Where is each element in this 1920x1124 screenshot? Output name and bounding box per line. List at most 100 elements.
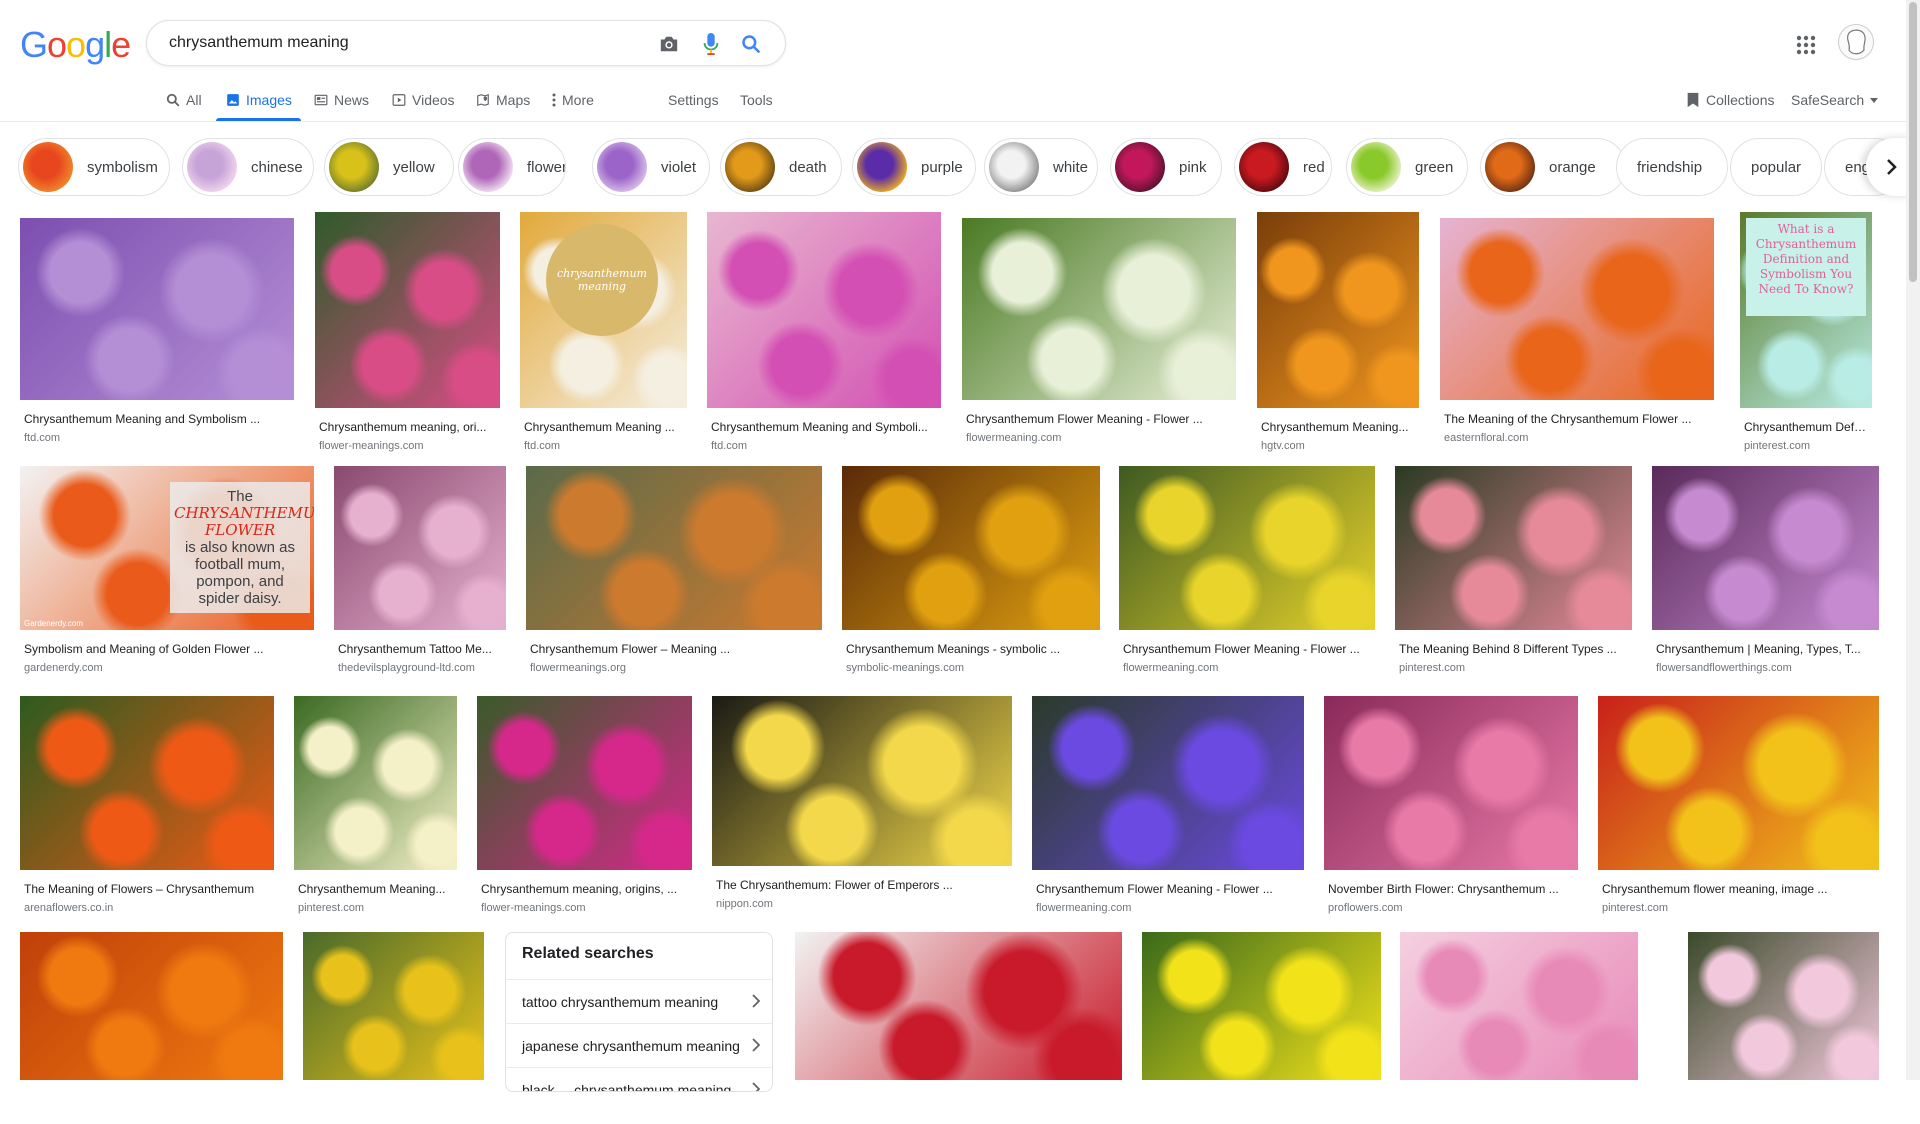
image-result[interactable] <box>1688 932 1879 1124</box>
result-thumbnail[interactable] <box>20 218 294 400</box>
result-thumbnail[interactable] <box>712 696 1012 866</box>
result-title[interactable]: Symbolism and Meaning of Golden Flower .… <box>24 642 310 656</box>
image-result[interactable] <box>795 932 1122 1124</box>
image-result[interactable]: TheCHRYSANTHEMUMFLOWERis also known asfo… <box>20 466 314 674</box>
result-thumbnail[interactable] <box>962 218 1236 400</box>
result-thumbnail[interactable] <box>1440 218 1714 400</box>
result-thumbnail[interactable] <box>334 466 506 630</box>
chip-orange[interactable]: orange <box>1480 138 1626 196</box>
tab-settings[interactable]: Settings <box>668 92 719 108</box>
result-title[interactable]: Chrysanthemum flower meaning, image ... <box>1602 882 1875 896</box>
result-thumbnail[interactable] <box>1400 932 1638 1080</box>
chip-pink[interactable]: pink <box>1110 138 1222 196</box>
tab-images[interactable]: Images <box>226 92 292 108</box>
mic-icon[interactable] <box>699 32 723 56</box>
chip-flower[interactable]: flower <box>458 138 566 196</box>
result-thumbnail[interactable] <box>20 696 274 870</box>
tab-maps[interactable]: Maps <box>476 92 530 108</box>
image-result[interactable]: Chrysanthemum Flower Meaning - Flower ..… <box>1119 466 1375 674</box>
result-thumbnail[interactable] <box>294 696 457 870</box>
related-search-item[interactable]: tattoo chrysanthemum meaning <box>506 979 772 1023</box>
chip-purple[interactable]: purple <box>852 138 976 196</box>
account-avatar[interactable] <box>1838 24 1874 60</box>
google-logo[interactable]: Google <box>20 24 131 66</box>
result-thumbnail[interactable] <box>526 466 822 630</box>
result-thumbnail[interactable] <box>1032 696 1304 870</box>
chip-white[interactable]: white <box>984 138 1098 196</box>
image-result[interactable]: The Meaning of Flowers – Chrysanthemum ar… <box>20 696 274 914</box>
result-title[interactable]: Chrysanthemum Flower – Meaning ... <box>530 642 818 656</box>
image-result[interactable]: What is a Chrysanthemum Definition and S… <box>1740 206 1872 452</box>
image-result[interactable]: November Birth Flower: Chrysanthemum ...… <box>1324 696 1578 914</box>
image-result[interactable]: Chrysanthemum Flower – Meaning ... flower… <box>526 466 822 674</box>
image-result[interactable]: The Chrysanthemum: Flower of Emperors ..… <box>712 696 1012 910</box>
chip-yellow[interactable]: yellow <box>324 138 454 196</box>
image-result[interactable]: Chrysanthemum Flower Meaning - Flower ..… <box>962 206 1236 444</box>
result-title[interactable]: The Meaning of the Chrysanthemum Flower … <box>1444 412 1710 426</box>
result-title[interactable]: Chrysanthemum Meaning and Symboli... <box>711 420 937 434</box>
chip-friendship[interactable]: friendship <box>1616 138 1728 196</box>
image-result[interactable]: Chrysanthemum meaning, origins, ... flowe… <box>477 696 692 914</box>
result-thumbnail[interactable] <box>795 932 1122 1080</box>
camera-icon[interactable] <box>657 32 681 56</box>
result-title[interactable]: Chrysanthemum meaning, ori... <box>319 420 496 434</box>
chip-death[interactable]: death <box>720 138 842 196</box>
search-input[interactable] <box>167 21 637 65</box>
result-thumbnail[interactable] <box>1395 466 1632 630</box>
result-thumbnail[interactable] <box>303 932 484 1080</box>
result-title[interactable]: Chrysanthemum Flower Meaning - Flower ..… <box>966 412 1232 426</box>
result-thumbnail[interactable] <box>20 932 283 1080</box>
image-result[interactable]: Chrysanthemum | Meaning, Types, T... flow… <box>1652 466 1879 674</box>
related-search-item[interactable]: japanese chrysanthemum meaning <box>506 1023 772 1067</box>
image-result[interactable]: Chrysanthemum Meanings - symbolic ... sym… <box>842 466 1100 674</box>
result-thumbnail[interactable] <box>1119 466 1375 630</box>
result-title[interactable]: The Chrysanthemum: Flower of Emperors ..… <box>716 878 1008 892</box>
result-title[interactable]: Chrysanthemum Meaning... <box>1261 420 1415 434</box>
result-title[interactable]: Chrysanthemum Meanings - symbolic ... <box>846 642 1096 656</box>
image-result[interactable]: The Meaning of the Chrysanthemum Flower … <box>1440 206 1714 444</box>
image-result[interactable]: Chrysanthemum flower meaning, image ... p… <box>1598 696 1879 914</box>
result-title[interactable]: Chrysanthemum Meaning... <box>298 882 453 896</box>
tab-tools[interactable]: Tools <box>740 92 773 108</box>
result-thumbnail[interactable] <box>842 466 1100 630</box>
image-result[interactable]: Chrysanthemum Meaning and Symbolism ... f… <box>20 206 294 444</box>
chip-chinese[interactable]: chinese <box>182 138 314 196</box>
result-thumbnail[interactable] <box>1688 932 1879 1080</box>
chip-popular[interactable]: popular <box>1730 138 1822 196</box>
tab-all[interactable]: All <box>166 92 202 108</box>
result-thumbnail[interactable] <box>707 212 941 408</box>
result-thumbnail[interactable]: What is a Chrysanthemum Definition and S… <box>1740 212 1872 408</box>
collections-button[interactable]: Collections <box>1686 92 1774 108</box>
result-title[interactable]: Chrysanthemum | Meaning, Types, T... <box>1656 642 1875 656</box>
image-result[interactable]: Chrysanthemum Meaning... pinterest.com <box>294 696 457 914</box>
result-thumbnail[interactable] <box>477 696 692 870</box>
tab-news[interactable]: News <box>314 92 369 108</box>
result-title[interactable]: The Meaning Behind 8 Different Types ... <box>1399 642 1628 656</box>
result-thumbnail[interactable]: TheCHRYSANTHEMUMFLOWERis also known asfo… <box>20 466 314 630</box>
image-result[interactable]: Chrysanthemum Meaning... hgtv.com <box>1257 206 1419 452</box>
chip-green[interactable]: green <box>1346 138 1468 196</box>
image-result[interactable]: Chrysanthemum Meaning and Symboli... ftd.… <box>707 206 941 452</box>
result-title[interactable]: Chrysanthemum meaning, origins, ... <box>481 882 688 896</box>
image-result[interactable] <box>20 932 283 1124</box>
safesearch-button[interactable]: SafeSearch <box>1791 92 1879 108</box>
result-thumbnail[interactable] <box>1324 696 1578 870</box>
result-title[interactable]: Chrysanthemum Meaning and Symbolism ... <box>24 412 290 426</box>
result-thumbnail[interactable] <box>1598 696 1879 870</box>
image-result[interactable]: The Meaning Behind 8 Different Types ...… <box>1395 466 1632 674</box>
chip-violet[interactable]: violet <box>592 138 710 196</box>
result-thumbnail[interactable]: chrysanthemum meaning <box>520 212 687 408</box>
image-result[interactable] <box>1142 932 1381 1124</box>
result-thumbnail[interactable] <box>1257 212 1419 408</box>
result-thumbnail[interactable] <box>1652 466 1879 630</box>
image-result[interactable] <box>303 932 484 1124</box>
image-result[interactable]: Chrysanthemum Tattoo Me... thedevilsplayg… <box>334 466 506 674</box>
result-title[interactable]: Chrysanthemum Tattoo Me... <box>338 642 502 656</box>
chip-red[interactable]: red <box>1234 138 1332 196</box>
result-title[interactable]: Chrysanthemum Defin... <box>1744 420 1868 434</box>
image-result[interactable]: Chrysanthemum meaning, ori... flower-mean… <box>315 206 500 452</box>
result-title[interactable]: Chrysanthemum Meaning ... <box>524 420 683 434</box>
result-title[interactable]: Chrysanthemum Flower Meaning - Flower ..… <box>1123 642 1371 656</box>
tab-videos[interactable]: Videos <box>392 92 455 108</box>
apps-grid-icon[interactable] <box>1794 33 1818 57</box>
